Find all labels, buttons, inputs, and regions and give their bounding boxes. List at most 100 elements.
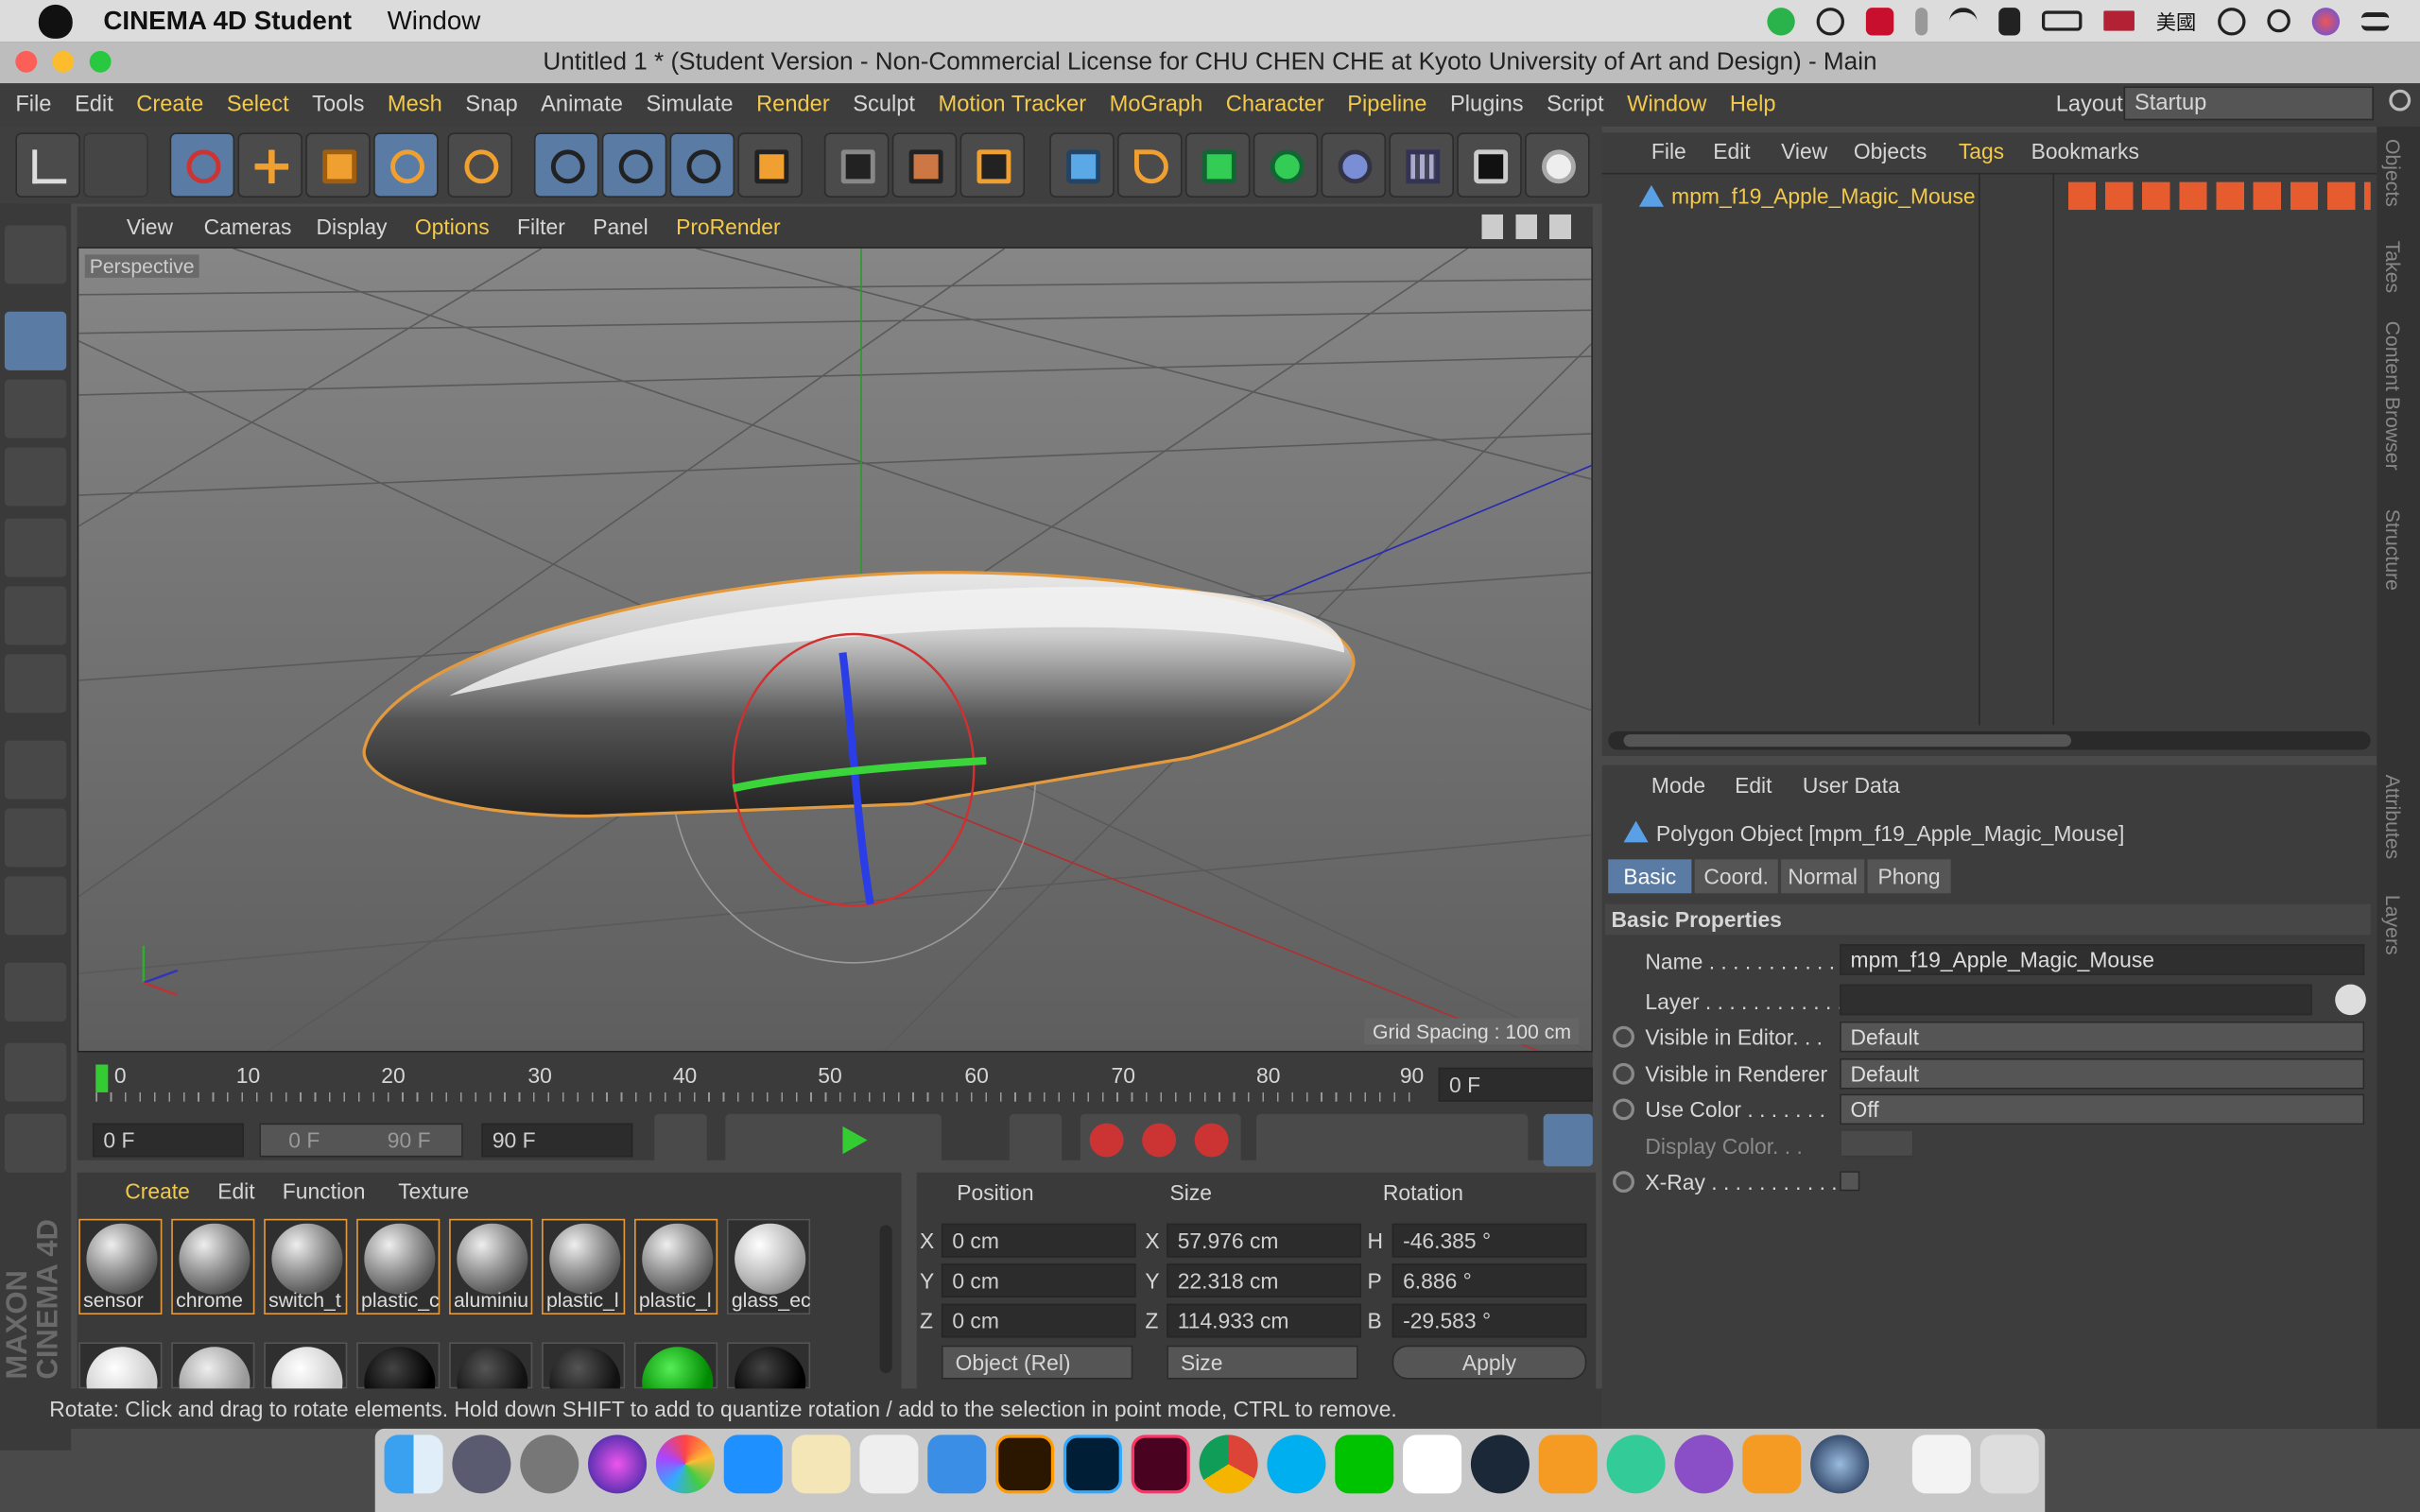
viewport-nav-icons[interactable] (1481, 214, 1578, 240)
material-swatch[interactable]: plastic_c (356, 1218, 441, 1315)
model-mode-button[interactable] (4, 311, 67, 370)
om-menu-edit[interactable]: Edit (1713, 139, 1750, 163)
perspective-viewport[interactable]: Perspective Grid Spacing : 100 cm (77, 247, 1593, 1053)
app-store-icon[interactable] (723, 1435, 783, 1494)
render-view-button[interactable] (823, 132, 890, 198)
camera-object-button[interactable] (1457, 132, 1522, 198)
menu-script[interactable]: Script (1547, 93, 1604, 117)
material-swatch[interactable]: chrome (171, 1218, 255, 1315)
layout-dropdown[interactable]: Startup (2123, 86, 2375, 121)
size-z-field[interactable]: 114.933 cm (1167, 1303, 1361, 1338)
am-menu-edit[interactable]: Edit (1735, 773, 1772, 798)
finder-icon[interactable] (384, 1435, 443, 1494)
mat-menu-function[interactable]: Function (283, 1178, 366, 1203)
menu-tools[interactable]: Tools (312, 93, 364, 117)
size-x-field[interactable]: 57.976 cm (1167, 1223, 1361, 1258)
menu-snap[interactable]: Snap (465, 93, 517, 117)
workplane-lock-button[interactable] (4, 1042, 67, 1102)
coordinate-system-button[interactable] (737, 132, 803, 198)
floor-object-button[interactable] (1389, 132, 1454, 198)
material-swatch[interactable]: plastic_l (542, 1218, 626, 1315)
rot-p-field[interactable]: 6.886 ° (1392, 1263, 1587, 1298)
minimize-window-button[interactable] (52, 50, 75, 73)
render-settings-button[interactable] (959, 132, 1026, 198)
render-picture-viewer-button[interactable] (891, 132, 958, 198)
am-menu-mode[interactable]: Mode (1651, 773, 1705, 798)
side-tab-content-browser[interactable]: Content Browser (2381, 321, 2404, 471)
tab-normal[interactable]: Normal (1781, 859, 1865, 894)
texture-mode-button[interactable] (4, 379, 67, 438)
menu-mesh[interactable]: Mesh (388, 93, 442, 117)
om-menu-bookmarks[interactable]: Bookmarks (2031, 139, 2139, 163)
input-language[interactable]: 美國 (2156, 7, 2196, 36)
coord-mode-dropdown[interactable]: Object (Rel) (941, 1345, 1133, 1380)
key-filter-buttons[interactable] (1255, 1113, 1529, 1167)
vp-menu-display[interactable]: Display (317, 215, 388, 239)
menu-plugins[interactable]: Plugins (1450, 93, 1524, 117)
preview-range-slider[interactable]: 0 F 90 F (259, 1123, 463, 1158)
mat-menu-create[interactable]: Create (125, 1178, 190, 1203)
tweak-mode-button[interactable] (4, 808, 67, 868)
axis-mode-button[interactable] (4, 740, 67, 799)
rot-b-field[interactable]: -29.583 ° (1392, 1303, 1587, 1338)
om-menu-view[interactable]: View (1781, 139, 1827, 163)
launchpad-icon[interactable] (452, 1435, 511, 1494)
material-swatch[interactable] (634, 1342, 718, 1418)
app-name[interactable]: CINEMA 4D Student (103, 6, 352, 37)
pos-x-field[interactable]: 0 cm (941, 1223, 1136, 1258)
om-menu-file[interactable]: File (1651, 139, 1686, 163)
play-icon[interactable] (842, 1125, 868, 1155)
chrome-icon[interactable] (1199, 1435, 1258, 1494)
mat-menu-edit[interactable]: Edit (217, 1178, 254, 1203)
om-menu-tags[interactable]: Tags (1959, 139, 2004, 163)
material-swatch[interactable]: switch_t (264, 1218, 348, 1315)
document-icon[interactable] (1911, 1435, 1971, 1494)
battery-icon[interactable] (2041, 10, 2083, 31)
om-scroll-thumb[interactable] (1623, 734, 2072, 747)
use-color-anim-toggle[interactable] (1613, 1098, 1634, 1121)
indesign-icon[interactable] (1131, 1435, 1190, 1494)
menu-help[interactable]: Help (1730, 93, 1776, 117)
om-menu-objects[interactable]: Objects (1854, 139, 1927, 163)
menu-render[interactable]: Render (756, 93, 830, 117)
siri-icon[interactable] (588, 1435, 648, 1494)
material-swatch[interactable]: sensor (78, 1218, 163, 1315)
solo-mode-button[interactable] (4, 876, 67, 936)
cloner-button[interactable] (1253, 132, 1319, 198)
om-horizontal-scrollbar[interactable] (1608, 730, 2371, 750)
notes-icon[interactable] (791, 1435, 851, 1494)
goto-start-button[interactable] (654, 1113, 707, 1167)
material-swatch[interactable] (356, 1342, 441, 1418)
points-mode-button[interactable] (4, 518, 67, 577)
menu-window[interactable]: Window (1627, 93, 1706, 117)
menu-create[interactable]: Create (136, 93, 203, 117)
object-item-name[interactable]: mpm_f19_Apple_Magic_Mouse (1671, 183, 1975, 208)
make-editable-button[interactable] (4, 225, 67, 284)
vp-menu-panel[interactable]: Panel (593, 215, 648, 239)
visible-renderer-dropdown[interactable]: Default (1840, 1057, 2365, 1090)
visible-editor-dropdown[interactable]: Default (1840, 1021, 2365, 1053)
menu-simulate[interactable]: Simulate (646, 93, 733, 117)
xray-anim-toggle[interactable] (1613, 1171, 1634, 1194)
clock-icon[interactable] (2218, 7, 2246, 35)
keyframe-selection-icon[interactable] (1194, 1123, 1229, 1158)
illustrator-icon[interactable] (995, 1435, 1055, 1494)
select-tool-button[interactable] (169, 132, 235, 198)
pos-y-field[interactable]: 0 cm (941, 1263, 1136, 1298)
steam-icon[interactable] (1470, 1435, 1530, 1494)
recent-tool-button[interactable] (447, 132, 513, 198)
menu-mograph[interactable]: MoGraph (1110, 93, 1203, 117)
workplane-align-button[interactable] (4, 1113, 67, 1173)
apple-icon[interactable] (38, 4, 73, 38)
min-time-field[interactable]: 0 F (92, 1123, 244, 1158)
menu-animate[interactable]: Animate (541, 93, 623, 117)
current-frame-field[interactable]: 0 F (1438, 1067, 1593, 1102)
light-object-button[interactable] (1525, 132, 1590, 198)
cloud-icon[interactable] (1816, 7, 1844, 35)
menu-character[interactable]: Character (1226, 93, 1324, 117)
material-swatch[interactable] (78, 1342, 163, 1418)
vp-menu-prorender[interactable]: ProRender (676, 215, 781, 239)
atom-icon[interactable] (1606, 1435, 1666, 1494)
side-tab-structure[interactable]: Structure (2381, 509, 2404, 591)
undo-button[interactable] (15, 132, 80, 198)
